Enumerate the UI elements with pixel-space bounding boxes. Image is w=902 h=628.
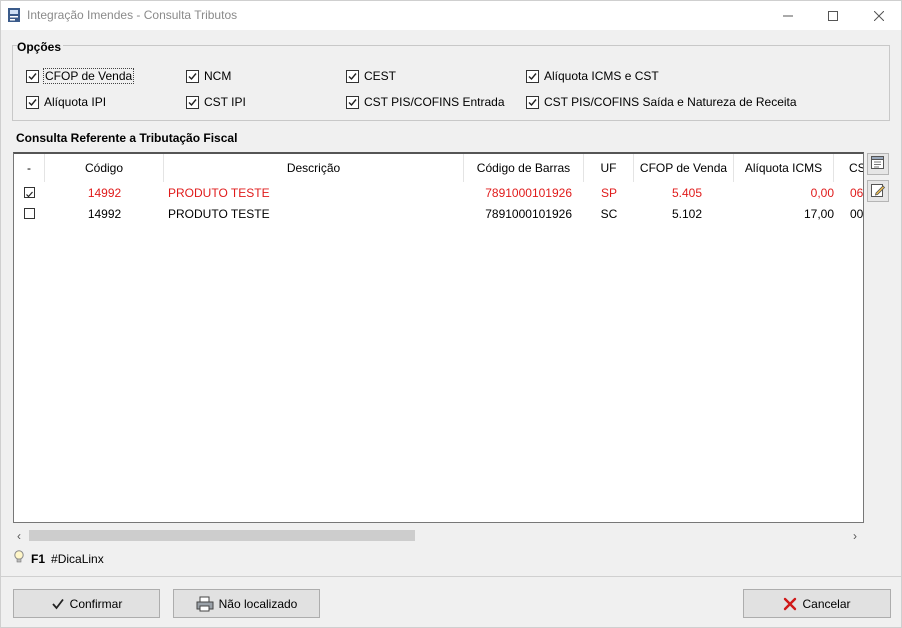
close-button[interactable]	[856, 1, 902, 30]
cell-cs: 06	[850, 185, 864, 200]
confirm-button-label: Confirmar	[69, 596, 123, 611]
not-found-button[interactable]: Não localizado	[173, 589, 320, 618]
red-x-icon	[783, 597, 797, 611]
checkbox-label: CFOP de Venda	[42, 68, 135, 84]
grid-header: - Código Descrição Código de Barras UF C…	[14, 154, 863, 182]
checkbox-label: CST PIS/COFINS Saída e Natureza de Recei…	[544, 95, 797, 109]
cell-cs: 00	[850, 206, 864, 221]
cell-codigo: 14992	[87, 185, 122, 200]
checkbox-label: CST PIS/COFINS Entrada	[364, 95, 505, 109]
printer-icon	[196, 596, 214, 612]
cell-descricao: PRODUTO TESTE	[168, 206, 270, 221]
column-header-descricao[interactable]: Descrição	[164, 154, 464, 182]
checkbox-box[interactable]	[346, 95, 359, 109]
checkbox-cst-pis-cofins-entrada[interactable]: CST PIS/COFINS Entrada	[346, 94, 505, 110]
dialog-window: Integração Imendes - Consulta Tributos O…	[0, 0, 902, 628]
confirm-button[interactable]: Confirmar	[13, 589, 160, 618]
checkbox-aliquota-ipi[interactable]: Alíquota IPI	[26, 94, 106, 110]
column-header-codigo-barras[interactable]: Código de Barras	[464, 154, 584, 182]
row-checkbox[interactable]	[24, 208, 35, 219]
checkbox-box[interactable]	[26, 95, 39, 109]
checkbox-label: Alíquota ICMS e CST	[544, 69, 659, 83]
checkbox-box[interactable]	[526, 69, 539, 83]
checkbox-box[interactable]	[186, 95, 199, 109]
column-header-cfop[interactable]: CFOP de Venda	[634, 154, 734, 182]
minimize-button[interactable]	[765, 1, 811, 30]
checkbox-cest[interactable]: CEST	[346, 68, 396, 84]
checkbox-label: CEST	[364, 69, 397, 83]
cancel-button-label: Cancelar	[802, 596, 851, 611]
checkbox-aliquota-icms-cst[interactable]: Alíquota ICMS e CST	[526, 68, 659, 84]
scrollbar-thumb[interactable]	[29, 530, 415, 541]
cell-uf: SC	[600, 206, 618, 221]
cell-uf: SP	[600, 185, 617, 200]
lightbulb-icon	[13, 550, 25, 567]
edit-icon	[870, 182, 886, 201]
checkbox-label: CST IPI	[204, 95, 246, 109]
row-checkbox[interactable]	[24, 187, 35, 198]
grid-edit-button[interactable]	[867, 180, 889, 202]
column-header-uf[interactable]: UF	[584, 154, 634, 182]
scroll-right-icon[interactable]: ›	[849, 529, 861, 543]
row-select-cell[interactable]	[24, 203, 44, 224]
checkbox-label: Alíquota IPI	[44, 95, 107, 109]
cell-cfop: 5.405	[671, 185, 702, 200]
app-icon	[7, 7, 21, 23]
not-found-button-label: Não localizado	[218, 596, 298, 611]
checkbox-box[interactable]	[186, 69, 199, 83]
table-row[interactable]: 14992 PRODUTO TESTE 7891000101926 SP 5.4…	[14, 182, 863, 203]
cell-codigo-barras: 7891000101926	[485, 185, 572, 200]
grid-section-title: Consulta Referente a Tributação Fiscal	[16, 131, 238, 145]
table-row[interactable]: 14992 PRODUTO TESTE 7891000101926 SC 5.1…	[14, 203, 863, 224]
checkbox-cfop-venda[interactable]: CFOP de Venda	[26, 68, 135, 84]
column-header-select[interactable]: -	[14, 154, 45, 182]
checkbox-box[interactable]	[346, 69, 359, 83]
footer-divider	[1, 576, 901, 577]
maximize-button[interactable]	[810, 1, 856, 30]
cancel-button[interactable]: Cancelar	[743, 589, 891, 618]
cell-cfop: 5.102	[671, 206, 702, 221]
checkbox-ncm[interactable]: NCM	[186, 68, 231, 84]
checkbox-cst-ipi[interactable]: CST IPI	[186, 94, 246, 110]
columns-icon	[870, 155, 886, 174]
check-icon	[51, 597, 65, 611]
options-group-title: Opções	[17, 40, 64, 54]
scroll-left-icon[interactable]: ‹	[13, 529, 25, 543]
cell-aliquota-icms: 17,00	[803, 206, 834, 221]
cell-codigo: 14992	[87, 206, 122, 221]
checkbox-box[interactable]	[26, 69, 39, 83]
cell-aliquota-icms: 0,00	[810, 185, 834, 200]
window-title: Integração Imendes - Consulta Tributos	[27, 8, 238, 22]
column-header-cs[interactable]: CS	[834, 154, 863, 182]
checkbox-box[interactable]	[526, 95, 539, 109]
row-select-cell[interactable]	[24, 182, 44, 203]
title-bar: Integração Imendes - Consulta Tributos	[1, 1, 901, 30]
hint-bar: F1 #DicaLinx	[13, 550, 104, 567]
checkbox-label: NCM	[204, 69, 232, 83]
grid-columns-button[interactable]	[867, 153, 889, 175]
column-header-aliquota-icms[interactable]: Alíquota ICMS	[734, 154, 834, 182]
checkbox-cst-pis-cofins-saida[interactable]: CST PIS/COFINS Saída e Natureza de Recei…	[526, 94, 797, 110]
hint-text: #DicaLinx	[51, 551, 104, 566]
hint-key: F1	[31, 551, 46, 566]
tributos-grid[interactable]: - Código Descrição Código de Barras UF C…	[13, 152, 864, 523]
column-header-codigo[interactable]: Código	[45, 154, 164, 182]
cell-descricao: PRODUTO TESTE	[168, 185, 270, 200]
cell-codigo-barras: 7891000101926	[485, 206, 572, 221]
horizontal-scrollbar[interactable]: ‹ ›	[13, 527, 864, 544]
